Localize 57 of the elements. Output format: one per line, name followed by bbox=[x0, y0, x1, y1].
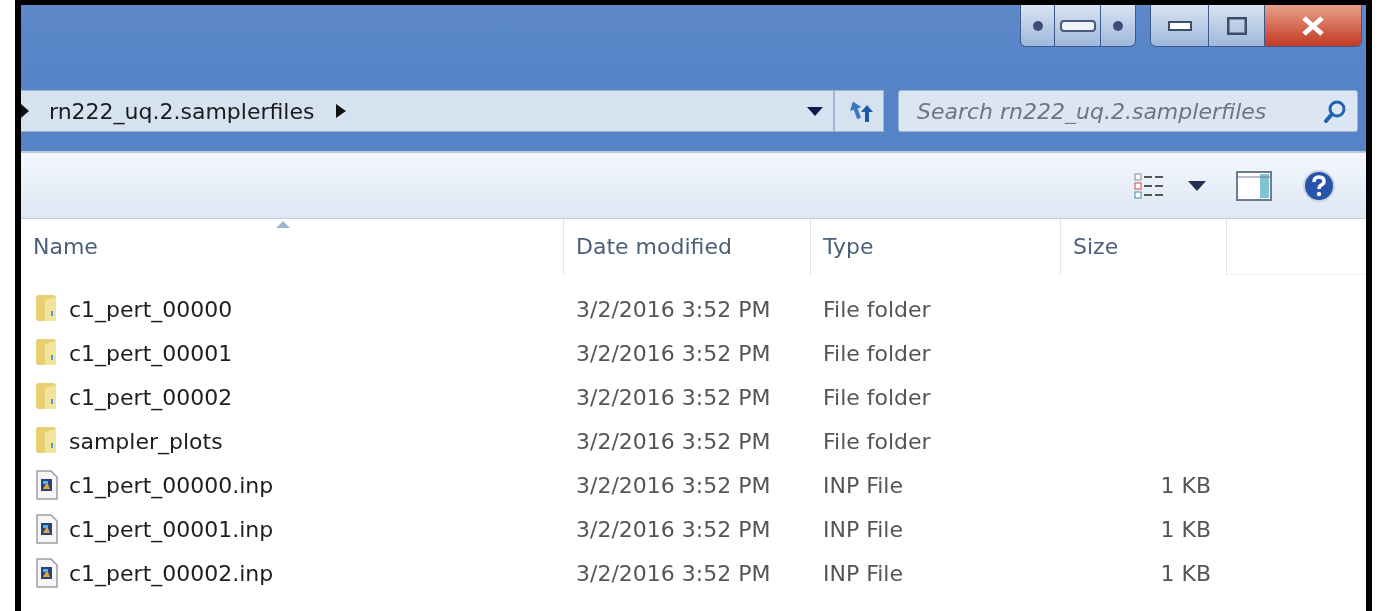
view-dropdown-button[interactable] bbox=[1188, 180, 1206, 191]
file-type: INP File bbox=[823, 560, 904, 586]
address-bar[interactable]: rn222_uq.2.samplerfiles bbox=[21, 90, 834, 132]
date-modified: 3/2/2016 3:52 PM bbox=[576, 428, 771, 454]
help-button[interactable] bbox=[1302, 168, 1336, 203]
column-header[interactable]: Name bbox=[21, 218, 564, 275]
date-modified: 3/2/2016 3:52 PM bbox=[576, 384, 771, 410]
file-size: 1 KB bbox=[1160, 516, 1211, 542]
close-icon bbox=[1301, 15, 1325, 36]
column-header[interactable]: Size bbox=[1061, 218, 1227, 275]
file-name[interactable]: c1_pert_00001 bbox=[69, 336, 233, 370]
search-icon bbox=[1323, 99, 1347, 123]
view-button[interactable] bbox=[1134, 172, 1164, 199]
file-name[interactable]: c1_pert_00002 bbox=[69, 380, 233, 414]
maximize-icon bbox=[1226, 16, 1247, 35]
breadcrumb-item[interactable]: rn222_uq.2.samplerfiles bbox=[49, 94, 315, 128]
file-type: File folder bbox=[823, 340, 931, 366]
file-name[interactable]: c1_pert_00001.inp bbox=[69, 512, 274, 546]
date-modified: 3/2/2016 3:52 PM bbox=[576, 516, 771, 542]
dot-icon bbox=[1031, 19, 1044, 32]
help-icon bbox=[1302, 168, 1336, 203]
date-modified: 3/2/2016 3:52 PM bbox=[576, 340, 771, 366]
file-type: File folder bbox=[823, 428, 931, 454]
pane-icon bbox=[1236, 170, 1272, 201]
file-size: 1 KB bbox=[1160, 560, 1211, 586]
maximize-button[interactable] bbox=[1209, 5, 1265, 46]
search-field[interactable]: Search rn222_uq.2.samplerfiles bbox=[898, 90, 1358, 132]
sort-arrow-icon bbox=[276, 220, 290, 228]
minimize-icon bbox=[1167, 20, 1192, 31]
column-header[interactable]: Type bbox=[811, 218, 1061, 275]
file-type: INP File bbox=[823, 472, 904, 498]
restore-bar-button[interactable] bbox=[1055, 5, 1101, 46]
file-name[interactable]: c1_pert_00000 bbox=[69, 292, 233, 326]
file-type: File folder bbox=[823, 296, 931, 322]
close-button[interactable] bbox=[1265, 5, 1361, 46]
dropdown-icon[interactable] bbox=[807, 106, 823, 116]
file-type: INP File bbox=[823, 516, 904, 542]
minimize-button[interactable] bbox=[1151, 5, 1209, 46]
date-modified: 3/2/2016 3:52 PM bbox=[576, 472, 771, 498]
pin-button[interactable] bbox=[1021, 5, 1055, 46]
preview-pane-button[interactable] bbox=[1236, 170, 1272, 201]
file-name[interactable]: c1_pert_00000.inp bbox=[69, 468, 274, 502]
file-size: 1 KB bbox=[1160, 472, 1211, 498]
file-name[interactable]: c1_pert_00002.inp bbox=[69, 556, 274, 590]
bar-icon bbox=[1059, 19, 1096, 32]
column-header[interactable]: Date modified bbox=[564, 218, 811, 275]
dot-icon bbox=[1112, 19, 1124, 32]
file-type: File folder bbox=[823, 384, 931, 410]
chevron-icon bbox=[21, 104, 29, 118]
file-name[interactable]: sampler_plots bbox=[69, 424, 223, 458]
chevron-icon bbox=[336, 104, 347, 118]
caret-icon bbox=[1188, 180, 1206, 191]
refresh-button[interactable] bbox=[834, 90, 884, 132]
list-view-icon bbox=[1134, 172, 1164, 199]
pin-button[interactable] bbox=[1101, 5, 1135, 46]
date-modified: 3/2/2016 3:52 PM bbox=[576, 560, 771, 586]
date-modified: 3/2/2016 3:52 PM bbox=[576, 296, 771, 322]
